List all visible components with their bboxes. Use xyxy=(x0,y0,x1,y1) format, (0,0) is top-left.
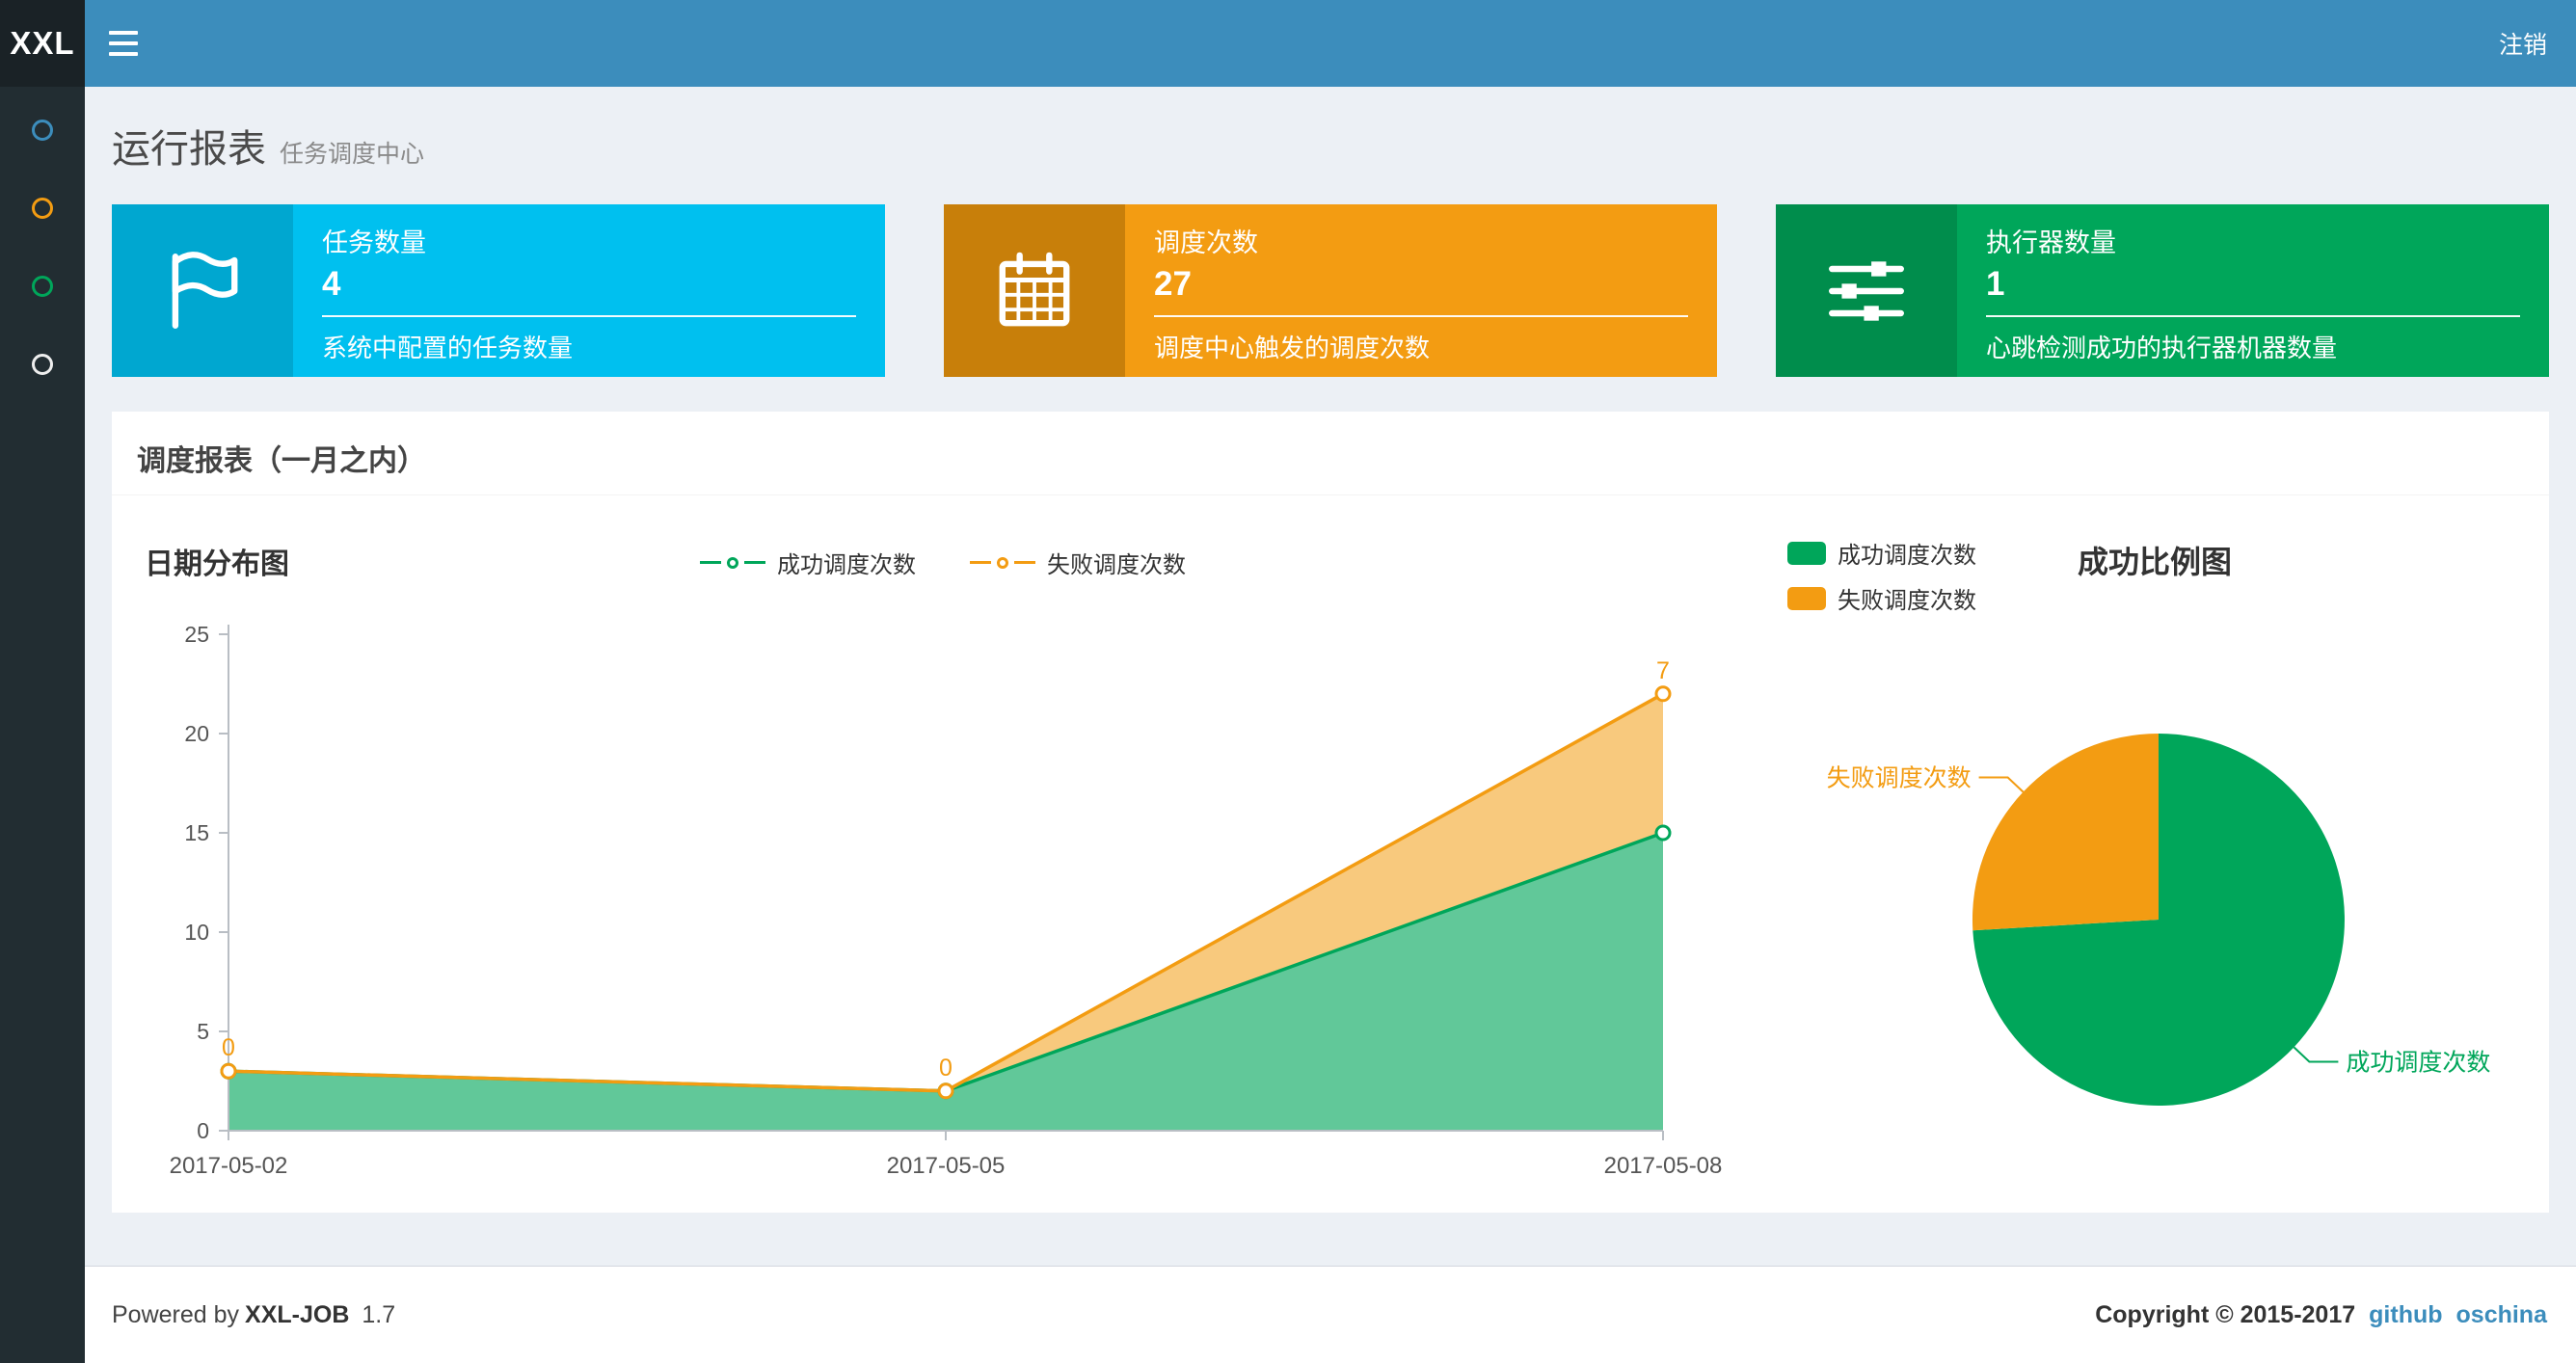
pie-label-line xyxy=(1978,776,2025,793)
report-panel: 调度报表（一月之内） 日期分布图 成功调度次数 失败调度次数 0 5 10 15… xyxy=(112,412,2549,1213)
info-box-value: 1 xyxy=(1986,265,2005,303)
point-label: 0 xyxy=(939,1055,953,1082)
summary-boxes-row: 任务数量 4 系统中配置的任务数量 调度次数 27 调度中心触发的调度次数 执行… xyxy=(112,204,2549,377)
navbar: XXL 注销 xyxy=(0,0,2576,87)
page-header: 运行报表 任务调度中心 xyxy=(112,118,2549,174)
copyright-text: Copyright © 2015-2017 xyxy=(2095,1300,2356,1328)
powered-by-text: Powered by XXL-JOB 1.7 xyxy=(112,1300,396,1328)
line-point-fail[interactable] xyxy=(220,1062,237,1080)
info-box-title: 执行器数量 xyxy=(1986,228,2116,257)
y-tick-label: 25 xyxy=(184,622,209,647)
calendar-icon xyxy=(999,252,1070,326)
point-label: 7 xyxy=(1656,657,1670,684)
success-ratio-chart[interactable]: 成功调度次数 失败调度次数 xyxy=(1787,611,2549,1151)
info-box-divider xyxy=(322,315,856,317)
footer: Powered by XXL-JOB 1.7 Copyright © 2015-2… xyxy=(85,1266,2576,1363)
content-area: 运行报表 任务调度中心 任务数量 4 系统中配置的任务数量 调度次数 27 调度… xyxy=(85,87,2576,1266)
pie-slice-1[interactable] xyxy=(1972,734,2159,931)
legend-item-fail[interactable]: 失败调度次数 xyxy=(970,546,1186,579)
info-box-desc: 调度中心触发的调度次数 xyxy=(1154,334,1431,362)
info-box-triggers: 调度次数 27 调度中心触发的调度次数 xyxy=(944,204,1717,377)
y-tick-label: 10 xyxy=(184,920,209,945)
date-distribution-chart[interactable]: 05101520252017-05-02 2017-05-05 2017-05-08… xyxy=(137,611,1737,1189)
info-box-desc: 心跳检测成功的执行器机器数量 xyxy=(1986,334,2338,362)
info-box-value: 4 xyxy=(322,265,341,303)
info-box-title: 任务数量 xyxy=(322,228,426,257)
y-tick-label: 20 xyxy=(184,721,209,746)
pie-label-line xyxy=(2293,1046,2339,1063)
legend-item-success[interactable]: 成功调度次数 xyxy=(700,546,916,579)
x-tick-label: 2017-05-08 xyxy=(1604,1153,1723,1179)
info-box-title: 调度次数 xyxy=(1154,228,1258,257)
pie-legend-item-success[interactable]: 成功调度次数 xyxy=(1787,536,1976,570)
info-box-executors: 执行器数量 1 心跳检测成功的执行器机器数量 xyxy=(1776,204,2549,377)
line-point-fail[interactable] xyxy=(1654,685,1672,703)
info-box-desc: 系统中配置的任务数量 xyxy=(322,334,574,362)
sidebar-item-help-icon[interactable] xyxy=(32,354,53,375)
page-subtitle: 任务调度中心 xyxy=(280,141,425,168)
oschina-link[interactable]: oschina xyxy=(2456,1301,2547,1329)
sidebar-toggle-button[interactable] xyxy=(85,0,162,87)
y-tick-label: 15 xyxy=(184,820,209,845)
pie-chart-legend: 成功调度次数 失败调度次数 xyxy=(1787,536,1976,614)
line-chart-title: 日期分布图 xyxy=(145,548,289,580)
x-tick-label: 2017-05-05 xyxy=(887,1153,1006,1179)
y-tick-label: 5 xyxy=(197,1019,209,1044)
page-title: 运行报表 xyxy=(112,128,266,171)
flag-icon xyxy=(172,251,238,329)
info-box-jobs: 任务数量 4 系统中配置的任务数量 xyxy=(112,204,885,377)
github-link[interactable]: github xyxy=(2369,1301,2442,1329)
x-tick-label: 2017-05-02 xyxy=(170,1153,288,1179)
logo[interactable]: XXL xyxy=(0,0,85,87)
date-distribution-block: 日期分布图 成功调度次数 失败调度次数 0 5 10 15 20 25 2017… xyxy=(137,515,1749,1194)
line-point-success[interactable] xyxy=(1654,824,1672,842)
line-chart-legend: 成功调度次数 失败调度次数 xyxy=(700,546,1186,579)
sidebar-item-logs-icon[interactable] xyxy=(32,276,53,297)
pie-label: 成功调度次数 xyxy=(2346,1050,2490,1077)
info-box-divider xyxy=(1986,315,2520,317)
pie-label: 失败调度次数 xyxy=(1827,764,1972,791)
info-box-value: 27 xyxy=(1154,265,1192,303)
success-ratio-block: 成功调度次数 失败调度次数 成功比例图 成功调度次数 失败调度次数 xyxy=(1787,515,2549,1194)
pie-legend-item-fail[interactable]: 失败调度次数 xyxy=(1787,581,1976,615)
info-box-divider xyxy=(1154,315,1688,317)
line-point-fail[interactable] xyxy=(937,1082,954,1100)
panel-title: 调度报表（一月之内） xyxy=(112,412,2549,495)
hamburger-icon xyxy=(109,31,138,35)
point-label: 0 xyxy=(222,1034,235,1061)
logo-text: XXL xyxy=(10,25,75,61)
sidebar-item-jobs-icon[interactable] xyxy=(32,198,53,219)
pie-chart-title: 成功比例图 xyxy=(2078,545,2233,579)
sidebar xyxy=(0,87,85,1363)
sliders-icon xyxy=(1829,260,1904,321)
y-tick-label: 0 xyxy=(197,1118,209,1143)
logout-link[interactable]: 注销 xyxy=(2470,0,2576,87)
app: { "navbar": { "logo": "XXL", "logout": "… xyxy=(0,0,2576,1363)
sidebar-item-report-icon[interactable] xyxy=(32,120,53,141)
